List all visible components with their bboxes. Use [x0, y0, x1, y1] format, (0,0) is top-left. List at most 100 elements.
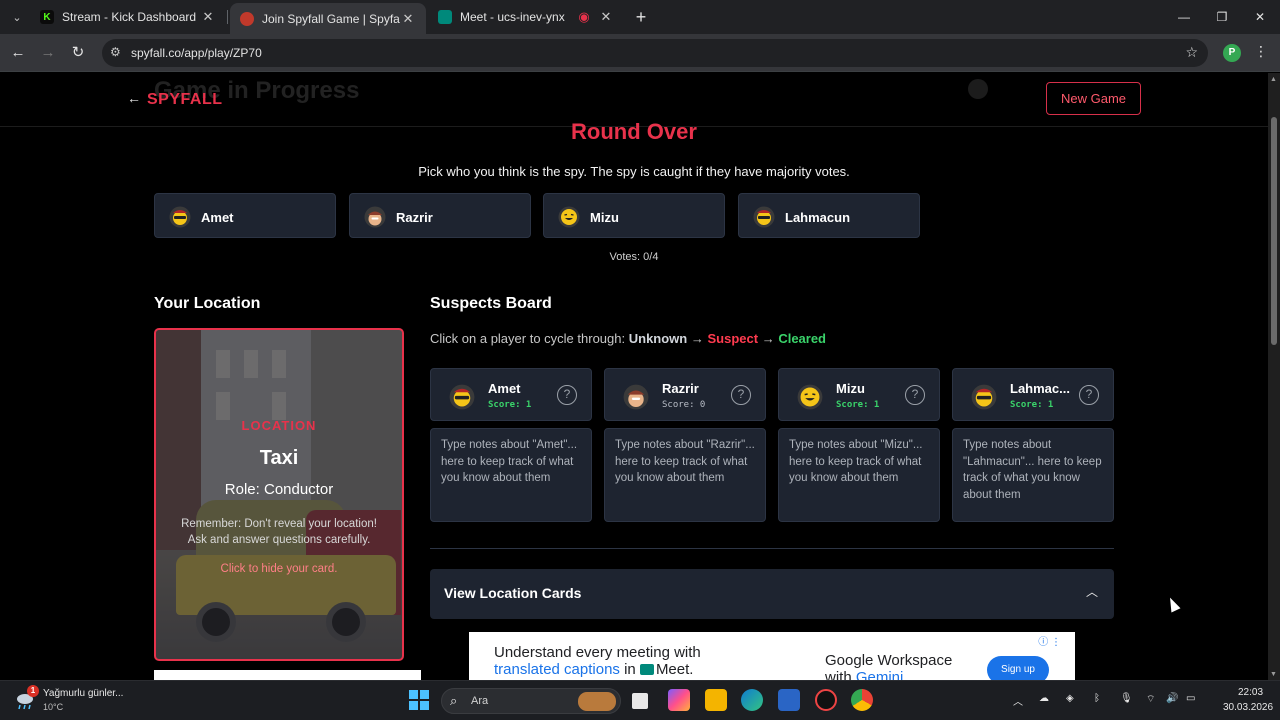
- task-view-icon[interactable]: [632, 693, 648, 709]
- suspect-score: Score: 1: [488, 400, 532, 410]
- location-card[interactable]: LOCATION Taxi Role: Conductor Remember: …: [154, 328, 404, 661]
- chrome-icon[interactable]: [851, 689, 873, 711]
- vote-player-mizu[interactable]: Mizu: [543, 193, 725, 238]
- search-placeholder: Ara: [471, 695, 489, 707]
- microphone-icon[interactable]: 🎙: [1120, 693, 1133, 704]
- address-bar[interactable]: ⚙ spyfall.co/app/play/ZP70 ☆: [102, 39, 1208, 67]
- minimize-button[interactable]: —: [1166, 4, 1202, 30]
- view-location-cards-label: View Location Cards: [444, 585, 582, 601]
- recording-icon: ◉: [578, 9, 590, 24]
- star-icon[interactable]: ☆: [1185, 44, 1198, 61]
- chevron-up-icon[interactable]: ︿: [1013, 693, 1023, 708]
- suspects-board-heading: Suspects Board: [430, 295, 552, 312]
- question-circle-icon[interactable]: ?: [1079, 385, 1099, 405]
- obs-icon[interactable]: [815, 689, 837, 711]
- tune-icon[interactable]: ⚙: [110, 45, 121, 59]
- onedrive-icon[interactable]: ☁: [1039, 693, 1049, 704]
- location-label: LOCATION: [241, 418, 317, 433]
- suspect-card-lahmacun[interactable]: Lahmac... Score: 1 ?: [952, 368, 1114, 421]
- status-suspect-label: Suspect: [707, 331, 759, 346]
- close-icon[interactable]: ✕: [598, 9, 614, 25]
- windows-start-icon[interactable]: [408, 689, 430, 711]
- wifi-icon[interactable]: ⌔: [1146, 693, 1155, 706]
- security-icon[interactable]: ◈: [1066, 693, 1074, 704]
- clock-date[interactable]: 30.03.2026: [1223, 702, 1273, 713]
- battery-icon[interactable]: ▭: [1186, 693, 1195, 704]
- suspect-name: Lahmac...: [1010, 381, 1070, 396]
- ad-text: in: [619, 661, 640, 678]
- advertisement-banner[interactable]: Understand every meeting with translated…: [469, 632, 1075, 680]
- file-explorer-icon[interactable]: [705, 689, 727, 711]
- ad-brand: Google Workspace: [825, 652, 953, 669]
- scroll-down-icon[interactable]: ▼: [1270, 671, 1277, 678]
- question-circle-icon[interactable]: ?: [905, 385, 925, 405]
- reload-button[interactable]: ↻: [68, 43, 88, 63]
- page-scrollbar[interactable]: ▲ ▼: [1268, 73, 1280, 680]
- vote-player-lahmacun[interactable]: Lahmacun: [738, 193, 920, 238]
- ad-brand-prefix: with: [825, 669, 856, 680]
- edge-icon[interactable]: [741, 689, 763, 711]
- bluetooth-icon[interactable]: ᛒ: [1094, 693, 1100, 704]
- notes-field-amet[interactable]: [430, 428, 592, 522]
- ad-signup-button[interactable]: Sign up: [987, 656, 1049, 680]
- volume-icon[interactable]: 🔊: [1166, 693, 1178, 704]
- cowboy-face-icon: [623, 384, 649, 410]
- new-tab-button[interactable]: +: [632, 7, 650, 27]
- clock-time[interactable]: 22:03: [1238, 687, 1263, 698]
- hide-card-hint[interactable]: Click to hide your card.: [156, 563, 402, 575]
- microsoft-store-icon[interactable]: [778, 689, 800, 711]
- tab-kick-dashboard[interactable]: K Stream - Kick Dashboard ✕: [30, 0, 226, 34]
- arrow-right-icon: →: [761, 331, 775, 346]
- taskbar-search[interactable]: ⌕ Ara: [441, 688, 621, 714]
- vote-player-razrir[interactable]: Razrir: [349, 193, 531, 238]
- close-icon[interactable]: ✕: [400, 11, 416, 27]
- kick-favicon-icon: K: [40, 10, 54, 24]
- reload-icon: ↻: [71, 44, 85, 61]
- copilot-icon[interactable]: [668, 689, 690, 711]
- close-icon[interactable]: ✕: [200, 9, 216, 25]
- chevron-up-icon: ︿: [1085, 585, 1098, 599]
- mouse-cursor-icon: [1165, 595, 1181, 613]
- question-circle-icon[interactable]: ?: [731, 385, 751, 405]
- ad-highlight: translated captions: [494, 661, 620, 678]
- notes-field-lahmacun[interactable]: [952, 428, 1114, 522]
- suspects-cycle-hint: Click on a player to cycle through: Unkn…: [430, 331, 826, 346]
- suspect-card-amet[interactable]: Amet Score: 1 ?: [430, 368, 592, 421]
- grin-face-icon: [797, 384, 823, 410]
- spyfall-logo[interactable]: SPYFALL: [147, 91, 223, 109]
- weather-text[interactable]: Yağmurlu günler...: [43, 688, 123, 699]
- suspect-name: Mizu: [836, 381, 865, 396]
- maximize-button[interactable]: ❐: [1204, 4, 1240, 30]
- browser-toolbar: ← → ↻ ⚙ spyfall.co/app/play/ZP70 ☆ P ⋮: [0, 34, 1280, 72]
- arrow-left-icon: ←: [10, 44, 26, 61]
- window-close-button[interactable]: ✕: [1242, 4, 1278, 30]
- suspect-score: Score: 1: [836, 400, 880, 410]
- tab-title: Stream - Kick Dashboard: [62, 10, 197, 24]
- url-text[interactable]: spyfall.co/app/play/ZP70: [131, 46, 262, 60]
- question-circle-icon[interactable]: ?: [557, 385, 577, 405]
- forward-button[interactable]: →: [38, 43, 58, 63]
- location-name: Taxi: [259, 447, 299, 469]
- tab-spyfall[interactable]: Join Spyfall Game | Spyfall Online ✕: [230, 3, 426, 34]
- ad-info-icon[interactable]: ⓘ ⋮: [1038, 633, 1061, 648]
- vote-player-amet[interactable]: Amet: [154, 193, 336, 238]
- back-button[interactable]: ←: [8, 43, 28, 63]
- scrollbar-thumb[interactable]: [1271, 117, 1277, 345]
- section-divider: [430, 548, 1114, 549]
- suspect-card-razrir[interactable]: Razrir Score: 0 ?: [604, 368, 766, 421]
- tab-separator: [227, 10, 228, 24]
- profile-avatar[interactable]: P: [1223, 44, 1241, 62]
- arrow-right-icon: →: [690, 331, 704, 346]
- kebab-icon[interactable]: ⋮: [1254, 43, 1268, 60]
- status-cleared-label: Cleared: [778, 331, 827, 346]
- suspect-card-mizu[interactable]: Mizu Score: 1 ?: [778, 368, 940, 421]
- tab-meet[interactable]: Meet - ucs-inev-ynx ◉ ✕: [428, 0, 624, 34]
- tab-search-menu[interactable]: ⌄: [7, 7, 27, 27]
- scroll-up-icon[interactable]: ▲: [1270, 76, 1277, 83]
- new-game-button[interactable]: New Game: [1046, 82, 1141, 115]
- sunglasses-face-icon: [753, 206, 775, 228]
- arrow-left-icon[interactable]: ←: [127, 90, 141, 106]
- notes-field-mizu[interactable]: [778, 428, 940, 522]
- notes-field-razrir[interactable]: [604, 428, 766, 522]
- view-location-cards-toggle[interactable]: View Location Cards ︿: [430, 569, 1114, 619]
